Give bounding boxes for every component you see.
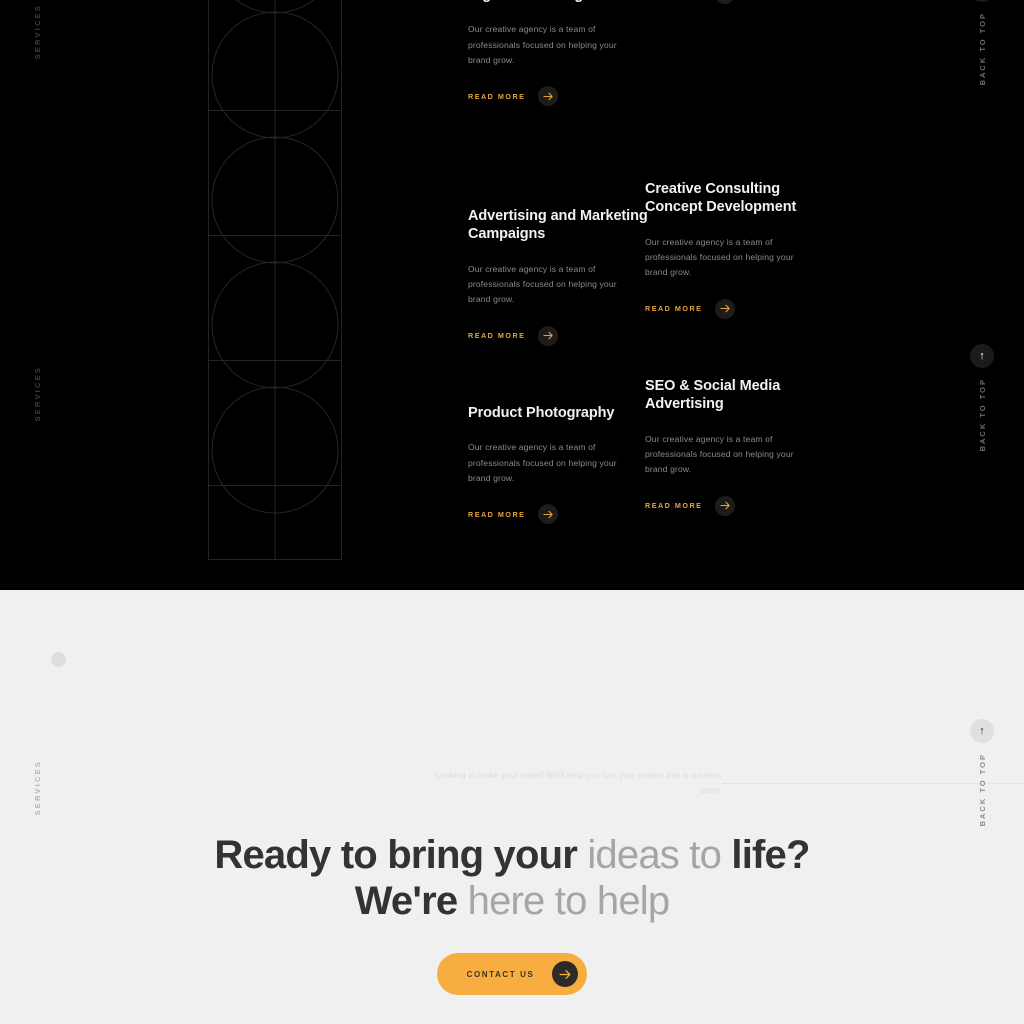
service-card-description: Our creative agency is a team of profess… [468, 442, 617, 483]
service-card-title: Creative Consulting Concept Development [645, 181, 797, 216]
service-card-title: Product Photography [468, 405, 615, 421]
service-card-row: Product Photography Our creative agency … [468, 377, 1008, 577]
cta-headline-light-1: ideas to [587, 833, 722, 877]
cta-headline-light-2: here to help [467, 878, 670, 923]
service-card-advertising-marketing: Advertising and Marketing Campaigns Our … [468, 207, 648, 346]
arrow-right-icon[interactable] [538, 86, 559, 107]
arrow-right-icon[interactable] [715, 495, 736, 516]
service-card-description: Our creative agency is a team of profess… [645, 433, 794, 475]
cta-headline: Ready to bring your ideas to life? We're… [0, 833, 1024, 924]
service-card-title: Advertising and Marketing Campaigns [468, 208, 648, 243]
read-more-label: READ MORE [468, 509, 526, 519]
arrow-right-icon[interactable] [715, 298, 736, 319]
cta-headline-bold-2: life? [731, 833, 810, 877]
read-more-link[interactable]: READ MORE [468, 504, 559, 525]
read-more-label: READ MORE [468, 331, 526, 341]
back-to-top-light[interactable]: ↑ BACK TO TOP [970, 719, 994, 826]
service-card-row: Digital Marketing Our creative agency is… [468, 0, 1008, 183]
cta-headline-bold-3: We're [354, 878, 458, 923]
arrow-up-icon[interactable]: ↑ [970, 719, 994, 743]
cta-button-wrapper: CONTACT US [0, 953, 1024, 995]
read-more-link[interactable]: READ MORE [645, 495, 736, 516]
read-more-link[interactable]: READ MORE [645, 298, 736, 319]
decorative-dot [51, 652, 66, 667]
service-card-row: Advertising and Marketing Campaigns Our … [468, 180, 1008, 380]
read-more-label: READ MORE [468, 91, 526, 101]
service-cards-grid: Digital Marketing Our creative agency is… [468, 0, 1008, 577]
read-more-link[interactable]: READ MORE [645, 0, 736, 4]
service-card-description: Our creative agency is a team of profess… [645, 236, 794, 278]
read-more-link[interactable]: READ MORE [468, 86, 559, 107]
service-card-title: Digital Marketing [468, 0, 648, 4]
service-card-row1-right: Our creative agency is a team of profess… [645, 0, 825, 4]
arrow-right-icon[interactable] [552, 961, 579, 987]
service-card-digital-marketing: Digital Marketing Our creative agency is… [468, 0, 648, 107]
cta-section: SERVICES ↑ BACK TO TOP Looking to make y… [0, 590, 1024, 1024]
page-root: SERVICES SERVICES ↑ BACK TO TOP ↑ BACK T… [0, 0, 1024, 1024]
back-to-top-label: BACK TO TOP [977, 753, 987, 827]
arrow-right-icon[interactable] [715, 0, 736, 4]
read-more-label: READ MORE [645, 304, 703, 314]
side-label-services-bottom: SERVICES [33, 760, 42, 816]
cta-headline-bold-1: Ready to bring your [214, 833, 578, 877]
cta-headline-line1: Ready to bring your ideas to life? [0, 833, 1024, 879]
side-label-services-top: SERVICES [33, 4, 42, 60]
service-card-description: Our creative agency is a team of profess… [468, 263, 617, 305]
cta-headline-line2: We're here to help [0, 879, 1024, 925]
services-section: SERVICES SERVICES ↑ BACK TO TOP ↑ BACK T… [0, 0, 1024, 590]
read-more-label: READ MORE [645, 501, 703, 511]
cta-eyebrow: Looking to make your mark? We'll help yo… [435, 770, 721, 795]
service-card-description: Our creative agency is a team of profess… [468, 24, 617, 65]
service-card-creative-consulting: Creative Consulting Concept Development … [645, 180, 825, 319]
decorative-circle-grid [208, 0, 342, 560]
contact-us-label: CONTACT US [466, 969, 535, 979]
arrow-right-icon[interactable] [538, 325, 559, 346]
read-more-link[interactable]: READ MORE [468, 325, 559, 346]
side-label-services-middle: SERVICES [33, 366, 42, 422]
arrow-right-icon[interactable] [538, 504, 559, 525]
service-card-seo-social: SEO & Social Media Advertising Our creat… [645, 377, 825, 516]
service-card-product-photography: Product Photography Our creative agency … [468, 404, 648, 525]
contact-us-button[interactable]: CONTACT US [436, 953, 588, 995]
service-card-title: SEO & Social Media Advertising [645, 378, 781, 413]
